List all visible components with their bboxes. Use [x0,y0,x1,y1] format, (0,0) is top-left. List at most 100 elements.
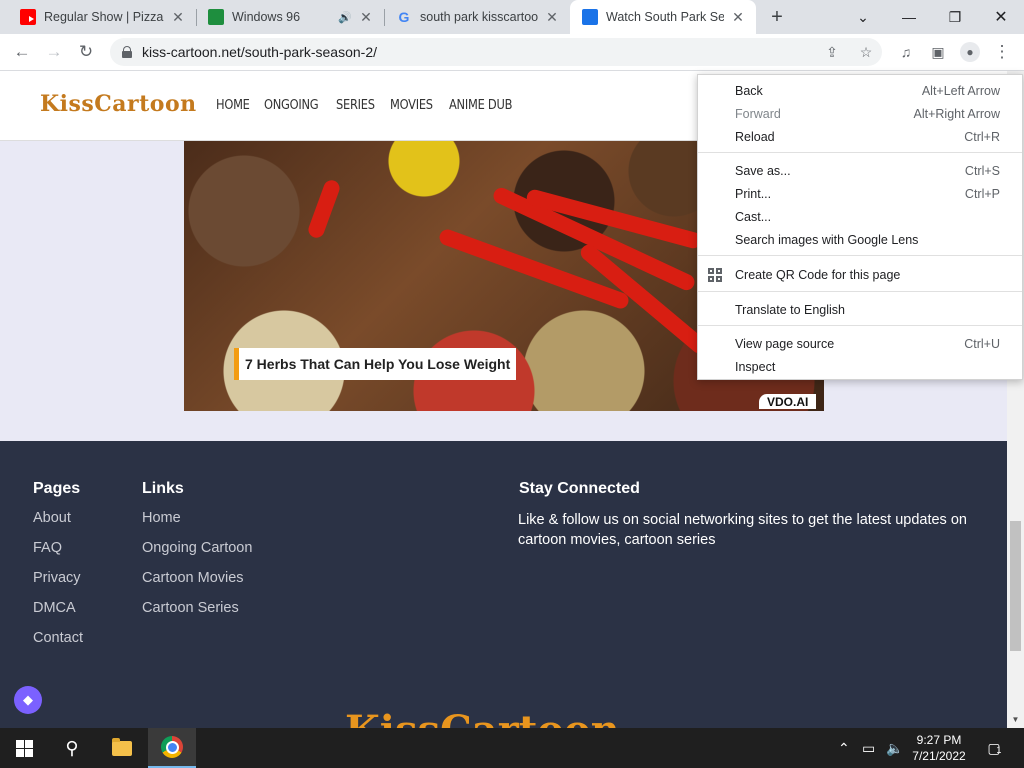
context-menu: Back Alt+Left Arrow Forward Alt+Right Ar… [697,74,1023,380]
nav-home[interactable]: HOME [216,98,250,113]
nav-ongoing[interactable]: ONGOING [264,98,319,113]
menu-item-label: Print... [735,186,772,201]
menu-item-label: Search images with Google Lens [735,232,919,247]
tab-title: Windows 96 [232,10,301,24]
share-icon[interactable]: ⇪ [822,42,842,62]
tab-regular-show[interactable]: Regular Show | Pizza Po ✕ [0,0,196,34]
tab-strip: Regular Show | Pizza Po ✕ Windows 96 🔊 ✕… [0,0,1024,34]
tab-search-chevron-icon[interactable]: ⌄ [840,0,886,34]
reload-icon[interactable]: ↻ [72,38,100,66]
site-footer: Pages About FAQ Privacy DMCA Contact Lin… [0,441,1007,728]
back-arrow-icon[interactable]: ← [8,38,36,66]
menu-item-view-source[interactable]: View page source Ctrl+U [698,332,1022,355]
tab-watch-south-park[interactable]: Watch South Park Sea ✕ [570,0,756,34]
tab-windows-96[interactable]: Windows 96 🔊 ✕ [196,0,384,34]
menu-item-translate[interactable]: Translate to English [698,298,1022,321]
forward-arrow-icon[interactable]: → [40,38,68,66]
menu-item-inspect[interactable]: Inspect [698,355,1022,378]
footer-link-about[interactable]: About [33,510,71,526]
windows-taskbar: ⚲ ⌃ ▭ 🔈 9:27 PM 7/21/2022 ▢ 1 [0,728,1024,768]
nav-series[interactable]: SERIES [336,98,375,113]
site-nav: HOME ONGOING SERIES MOVIES ANIME DUB [216,98,520,113]
nav-anime-dub[interactable]: ANIME DUB [449,98,512,113]
menu-item-print[interactable]: Print... Ctrl+P [698,182,1022,205]
menu-item-shortcut: Ctrl+R [964,129,1000,144]
kebab-menu-icon[interactable]: ⋮ [988,38,1016,66]
footer-link-faq[interactable]: FAQ [33,540,62,556]
menu-item-label: View page source [735,336,835,351]
menu-item-cast[interactable]: Cast... [698,205,1022,228]
chrome-icon [161,736,183,758]
folder-icon [112,737,132,756]
file-explorer-button[interactable] [98,728,146,768]
taskbar-clock[interactable]: 9:27 PM 7/21/2022 [904,732,974,764]
menu-item-shortcut: Ctrl+U [964,336,1000,351]
notification-count: 1 [996,744,1002,755]
minimize-button[interactable]: — [886,0,932,34]
footer-link-ongoing[interactable]: Ongoing Cartoon [142,540,252,556]
footer-link-contact[interactable]: Contact [33,630,83,646]
footer-logo[interactable]: KissCartoon [345,701,620,728]
browser-toolbar: ← → ↻ kiss-cartoon.net/south-park-season… [0,34,1024,71]
menu-item-shortcut: Alt+Left Arrow [921,83,1000,98]
menu-item-label: Cast... [735,209,772,224]
qr-code-icon [708,267,722,282]
url-text[interactable]: kiss-cartoon.net/south-park-season-2/ [142,44,377,60]
notification-center-icon[interactable]: ▢ 1 [982,728,1006,768]
restore-button[interactable]: ❐ [932,0,978,34]
media-control-icon[interactable]: ♫ [892,38,920,66]
bookmark-star-icon[interactable]: ☆ [856,42,876,62]
lock-icon[interactable] [122,46,132,58]
close-tab-icon[interactable]: ✕ [544,9,560,25]
show-hidden-icons-chevron-icon[interactable]: ⌃ [838,728,850,768]
search-icon[interactable]: ⚲ [48,728,96,768]
menu-item-shortcut: Alt+Right Arrow [913,106,1001,121]
footer-link-home[interactable]: Home [142,510,181,526]
footer-link-privacy[interactable]: Privacy [33,570,81,586]
speaker-icon[interactable]: 🔊 [338,11,352,24]
menu-item-forward[interactable]: Forward Alt+Right Arrow [698,102,1022,125]
start-button[interactable] [0,728,48,768]
network-icon[interactable]: ▭ [862,728,875,768]
close-tab-icon[interactable]: ✕ [170,9,186,25]
menu-item-back[interactable]: Back Alt+Left Arrow [698,79,1022,102]
menu-item-label: Save as... [735,163,791,178]
footer-connect-title: Stay Connected [519,480,640,497]
chrome-taskbar-button[interactable] [148,728,196,768]
menu-item-google-lens[interactable]: Search images with Google Lens [698,228,1022,251]
youtube-icon [20,9,36,25]
tab-title: Watch South Park Sea [606,10,724,24]
menu-item-reload[interactable]: Reload Ctrl+R [698,125,1022,148]
menu-item-label: Inspect [735,359,776,374]
footer-link-series[interactable]: Cartoon Series [142,600,239,616]
menu-separator [698,325,1022,326]
footer-link-dmca[interactable]: DMCA [33,600,76,616]
scroll-thumb[interactable] [1010,521,1021,651]
site-logo[interactable]: KissCartoon [40,91,197,117]
nav-movies[interactable]: MOVIES [390,98,433,113]
google-icon: G [398,9,410,25]
vdo-ai-badge[interactable]: VDO.AI [759,394,817,409]
footer-link-movies[interactable]: Cartoon Movies [142,570,244,586]
tab-south-park-search[interactable]: G south park kisscartoon ✕ [384,0,570,34]
new-tab-button[interactable]: + [766,6,788,28]
volume-icon[interactable]: 🔈 [886,728,903,768]
sheet-icon [208,9,224,25]
ad-caption[interactable]: 7 Herbs That Can Help You Lose Weight [234,348,517,380]
menu-item-save-as[interactable]: Save as... Ctrl+S [698,159,1022,182]
address-bar[interactable]: kiss-cartoon.net/south-park-season-2/ ⇪ … [110,38,882,66]
tab-title: south park kisscartoon [420,10,538,24]
menu-item-label: Reload [735,129,775,144]
menu-separator [698,291,1022,292]
scroll-down-arrow-icon[interactable]: ▼ [1007,711,1024,728]
close-tab-icon[interactable]: ✕ [358,9,374,25]
close-window-button[interactable]: ✕ [978,0,1024,34]
menu-item-qr-code[interactable]: Create QR Code for this page [698,263,1022,286]
southpark-icon [582,9,598,25]
floating-assistant-button[interactable]: ◆ [14,686,42,714]
menu-separator [698,152,1022,153]
person-icon: ● [960,42,980,62]
side-panel-icon[interactable]: ▣ [924,38,952,66]
profile-avatar[interactable]: ● [956,38,984,66]
close-tab-icon[interactable]: ✕ [730,9,746,25]
